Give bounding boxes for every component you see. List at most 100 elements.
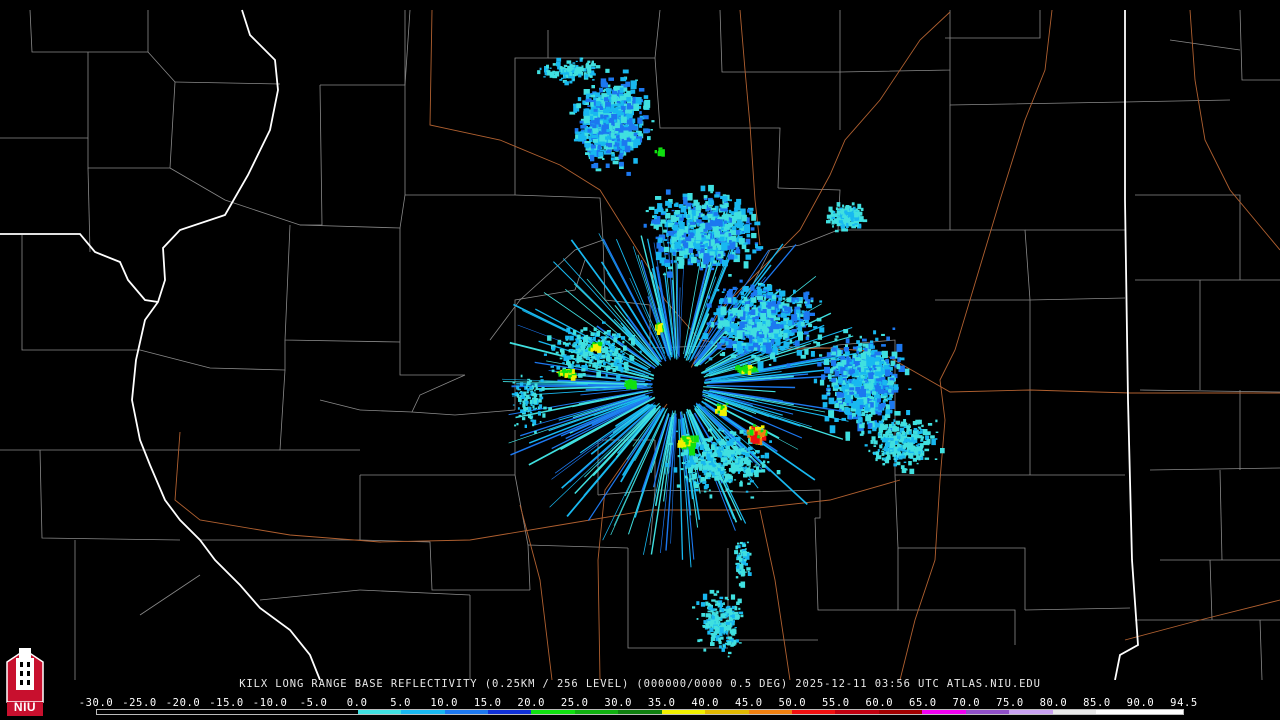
echo-pixel bbox=[862, 338, 867, 342]
echo-pixel bbox=[695, 488, 699, 492]
echo-pixel bbox=[573, 109, 577, 113]
echo-pixel bbox=[552, 63, 556, 66]
echo-pixel bbox=[687, 214, 691, 218]
echo-pixel bbox=[865, 370, 870, 373]
echo-pixel bbox=[664, 262, 671, 267]
echo-pixel bbox=[704, 233, 707, 235]
echo-pixel bbox=[737, 309, 744, 317]
echo-pixel bbox=[851, 202, 855, 206]
echo-pixel bbox=[631, 335, 635, 337]
radar-viewport: NIU KILX LONG RANGE BASE REFLECTIVITY (0… bbox=[0, 0, 1280, 720]
echo-pixel bbox=[889, 437, 894, 441]
echo-pixel bbox=[867, 351, 871, 356]
echo-pixel bbox=[810, 351, 815, 357]
echo-pixel bbox=[593, 327, 597, 332]
echo-pixel bbox=[577, 334, 581, 340]
echo-pixel bbox=[845, 431, 851, 439]
echo-pixel bbox=[695, 241, 701, 244]
echo-pixel bbox=[753, 466, 756, 468]
echo-pixel bbox=[563, 76, 567, 79]
echo-pixel bbox=[654, 150, 657, 154]
echo-pixel bbox=[885, 409, 890, 415]
legend-label: 55.0 bbox=[821, 697, 850, 709]
echo-pixel bbox=[713, 613, 718, 616]
echo-pixel bbox=[728, 274, 732, 277]
echo-pixel bbox=[613, 146, 617, 150]
echo-pixel bbox=[726, 440, 731, 446]
echo-pixel bbox=[775, 289, 779, 292]
echo-pixel bbox=[529, 399, 533, 404]
echo-pixel bbox=[895, 440, 898, 444]
echo-pixel bbox=[868, 449, 871, 453]
legend-color-segment bbox=[531, 710, 575, 714]
echo-pixel bbox=[778, 334, 783, 337]
echo-pixel bbox=[754, 464, 757, 466]
echo-pixel bbox=[519, 402, 522, 405]
echo-pixel bbox=[846, 224, 849, 228]
echo-pixel bbox=[730, 615, 734, 618]
echo-pixel bbox=[605, 120, 609, 125]
echo-pixel bbox=[757, 288, 763, 295]
echo-pixel bbox=[655, 196, 662, 200]
echo-pixel bbox=[846, 356, 850, 360]
echo-pixel bbox=[836, 202, 841, 207]
echo-pixel bbox=[744, 571, 747, 573]
echo-pixel bbox=[527, 410, 530, 413]
echo-pixel bbox=[726, 291, 733, 298]
echo-pixel bbox=[559, 79, 563, 81]
echo-pixel bbox=[710, 610, 714, 613]
echo-pixel bbox=[935, 419, 938, 423]
echo-pixel bbox=[908, 454, 913, 459]
echo-pixel bbox=[883, 457, 886, 460]
echo-pixel bbox=[674, 210, 680, 215]
echo-pixel bbox=[732, 446, 737, 449]
echo-pixel bbox=[930, 435, 935, 439]
echo-pixel bbox=[854, 223, 858, 225]
echo-pixel bbox=[852, 224, 855, 227]
echo-pixel bbox=[721, 648, 725, 652]
echo-pixel bbox=[853, 416, 858, 420]
echo-pixel bbox=[885, 442, 890, 447]
echo-pixel bbox=[841, 417, 846, 421]
echo-pixel bbox=[630, 122, 634, 126]
echo-pixel bbox=[744, 327, 748, 331]
echo-pixel bbox=[663, 239, 668, 241]
echo-pixel bbox=[568, 355, 571, 359]
echo-pixel bbox=[819, 300, 823, 303]
echo-pixel bbox=[605, 370, 609, 372]
echo-pixel bbox=[747, 482, 751, 485]
echo-pixel bbox=[714, 454, 717, 457]
echo-pixel bbox=[715, 289, 720, 292]
echo-pixel bbox=[913, 428, 918, 431]
echo-pixel bbox=[707, 233, 711, 236]
echo-pixel bbox=[559, 357, 563, 360]
echo-pixel bbox=[744, 466, 748, 469]
echo-pixel bbox=[866, 390, 871, 394]
echo-pixel bbox=[667, 271, 673, 278]
echo-pixel bbox=[665, 200, 670, 206]
legend-color-segment bbox=[97, 710, 141, 714]
echo-pixel bbox=[623, 130, 629, 138]
echo-pixel bbox=[735, 545, 739, 550]
legend-label: -15.0 bbox=[209, 697, 244, 709]
echo-pixel bbox=[693, 435, 699, 443]
echo-pixel bbox=[720, 617, 723, 620]
echo-pixel bbox=[763, 342, 768, 346]
echo-pixel bbox=[572, 361, 575, 364]
echo-pixel bbox=[577, 97, 582, 102]
echo-pixel bbox=[777, 300, 781, 305]
echo-pixel bbox=[860, 352, 866, 359]
echo-pixel bbox=[740, 541, 743, 545]
echo-pixel bbox=[875, 385, 881, 392]
echo-pixel bbox=[750, 284, 755, 291]
echo-pixel bbox=[875, 451, 880, 456]
echo-pixel bbox=[712, 463, 716, 468]
echo-pixel bbox=[677, 442, 684, 448]
echo-pixel bbox=[935, 431, 939, 433]
echo-pixel bbox=[867, 430, 872, 434]
echo-pixel bbox=[516, 385, 520, 390]
echo-pixel bbox=[882, 400, 886, 403]
echo-pixel bbox=[734, 210, 738, 213]
echo-pixel bbox=[844, 210, 847, 214]
echo-pixel bbox=[710, 455, 714, 458]
